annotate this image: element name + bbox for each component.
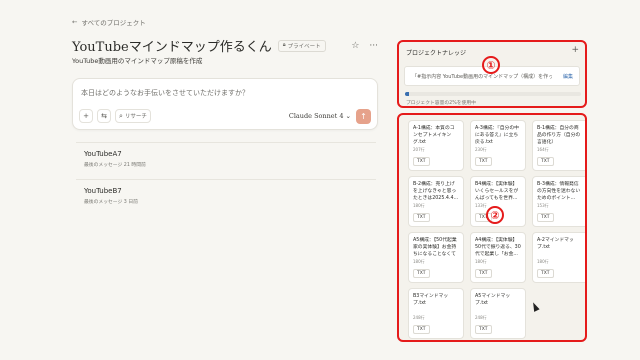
tools-button[interactable]: ⇆ (97, 109, 111, 123)
chevron-down-icon: ⌄ (345, 112, 351, 120)
file-line-count: 230行 (475, 147, 487, 152)
file-card[interactable]: A-3構成：『自分の中にある答え』に立ち戻る.txt 230行 TXT (470, 120, 526, 171)
file-name: A-2マインドマップ.txt (537, 238, 574, 250)
file-card[interactable]: A-2マインドマップ.txt 180行 TXT (532, 232, 585, 283)
plus-icon: + (83, 112, 89, 120)
privacy-label: プライベート (287, 43, 321, 50)
capacity-progress-fill (405, 92, 409, 96)
search-icon: ⌕ (119, 111, 123, 120)
knowledge-heading: プロジェクトナレッジ (406, 50, 467, 57)
file-name: A5マインドマップ.txt (475, 294, 511, 306)
file-card[interactable]: A4構成：【実体験】50代で振り返る、30代で起業し「お金... 180行 TXT (470, 232, 526, 283)
file-type-badge: TXT (537, 157, 554, 166)
file-type-badge: TXT (475, 325, 492, 334)
file-type-badge: TXT (475, 269, 492, 278)
file-grid: A-1構成：本質のコンセプトメイキング.txt 207行 TXT A-3構成：『自分の… (408, 120, 585, 339)
model-label: Claude Sonnet 4 (288, 112, 344, 120)
edit-instructions-link[interactable]: 編集 (563, 73, 573, 80)
message-composer[interactable]: 本日はどのようなお手伝いをさせていただけますか？ + ⇆ ⌕ リサーチ Clau… (72, 78, 378, 130)
file-card[interactable]: B-3構成：情報発信の方向性を迷わないためのポイント... 153行 TXT (532, 176, 585, 227)
send-button[interactable]: ↑ (356, 109, 371, 124)
chat-name: YouTubeA7 (84, 150, 122, 158)
file-line-count: 248行 (413, 315, 425, 320)
file-name: A5構成：【50代起業家の実体験】お金持ちになることなくても... (413, 238, 457, 257)
file-type-badge: TXT (537, 213, 554, 222)
file-type-badge: TXT (413, 325, 430, 334)
instructions-text: 「#指示内容 YouTube動画用のマインドマップ（構成）を作って... (412, 74, 552, 80)
more-options-icon[interactable]: ··· (369, 41, 378, 51)
add-attachment-button[interactable]: + (79, 109, 93, 123)
file-name: B-2構成：売り上げを上げなきゃと思ったときは2025.4.4... (413, 182, 459, 201)
project-title: YouTubeマインドマップ作るくん (72, 40, 272, 55)
file-name: B-3構成：情報発信の方向性を迷わないためのポイント... (537, 182, 581, 201)
file-type-badge: TXT (413, 213, 430, 222)
arrow-up-icon: ↑ (360, 112, 367, 121)
arrow-left-icon: ← (72, 18, 78, 26)
chat-name: YouTubeB7 (84, 187, 122, 195)
capacity-progress-bar (405, 92, 581, 96)
file-line-count: 180行 (537, 259, 549, 264)
project-files-panel: A-1構成：本質のコンセプトメイキング.txt 207行 TXT A-3構成：『自分の… (397, 113, 587, 342)
file-name: B4構成：【実体験】いくらセールスをがんばってもを世界... (475, 182, 519, 201)
file-type-badge: TXT (413, 157, 430, 166)
chat-item[interactable]: YouTubeB7 最後のメッセージ 3 日前 (76, 179, 376, 209)
privacy-badge: 🔒︎ プライベート (277, 39, 326, 52)
file-type-badge: TXT (537, 269, 554, 278)
file-line-count: 207行 (413, 147, 425, 152)
file-line-count: 180行 (475, 259, 487, 264)
back-label: すべてのプロジェクト (81, 19, 146, 27)
research-label: リサーチ (124, 114, 147, 120)
project-description: YouTube動画用のマインドマップ原稿を作成 (72, 57, 203, 65)
back-to-projects-link[interactable]: ← すべてのプロジェクト (72, 17, 146, 27)
annotation-marker-1: ① (482, 56, 500, 74)
file-card[interactable]: A5構成：【50代起業家の実体験】お金持ちになることなくても... 180行 TXT (408, 232, 464, 283)
file-type-badge: TXT (475, 157, 492, 166)
file-line-count: 153行 (537, 203, 549, 208)
chat-item[interactable]: YouTubeA7 最後のメッセージ 21 時間前 (76, 142, 376, 172)
file-name: B3マインドマップ.txt (413, 294, 449, 306)
file-line-count: 180行 (413, 259, 425, 264)
file-line-count: 164行 (537, 147, 549, 152)
file-line-count: 180行 (413, 203, 425, 208)
file-card[interactable]: A5マインドマップ.txt 248行 TXT (470, 288, 526, 339)
sliders-icon: ⇆ (101, 112, 107, 120)
chat-meta: 最後のメッセージ 3 日前 (84, 200, 138, 205)
project-header: YouTubeマインドマップ作るくん 🔒︎ プライベート ☆ ··· (72, 36, 378, 55)
project-knowledge-panel: プロジェクトナレッジ + 「#指示内容 YouTube動画用のマインドマップ（構… (397, 40, 587, 108)
file-name: A-3構成：『自分の中にある答え』に立ち戻る.txt (475, 126, 519, 145)
file-card[interactable]: B-1構成：自分の商品の作り方（自分の言語化）2025.4.2.txt 164行 T… (532, 120, 585, 171)
file-card[interactable]: B3マインドマップ.txt 248行 TXT (408, 288, 464, 339)
file-line-count: 248行 (475, 315, 487, 320)
research-button[interactable]: ⌕ リサーチ (115, 109, 151, 123)
annotation-marker-2: ② (486, 206, 504, 224)
file-name: B-1構成：自分の商品の作り方（自分の言語化）2025.4.2.txt (537, 126, 581, 145)
model-selector[interactable]: Claude Sonnet 4 ⌄ (289, 112, 351, 120)
file-name: A-1構成：本質のコンセプトメイキング.txt (413, 126, 455, 145)
file-type-badge: TXT (413, 269, 430, 278)
lock-icon: 🔒︎ (282, 42, 286, 48)
add-knowledge-icon[interactable]: + (571, 45, 579, 55)
file-name: A4構成：【実体験】50代で振り返る、30代で起業し「お金... (475, 238, 521, 257)
capacity-usage-text: プロジェクト容量の2%を使用中 (406, 101, 476, 106)
star-icon[interactable]: ☆ (351, 41, 359, 51)
chat-meta: 最後のメッセージ 21 時間前 (84, 163, 146, 168)
file-card[interactable]: B-2構成：売り上げを上げなきゃと思ったときは2025.4.4... 180行 TX… (408, 176, 464, 227)
file-card[interactable]: A-1構成：本質のコンセプトメイキング.txt 207行 TXT (408, 120, 464, 171)
composer-placeholder[interactable]: 本日はどのようなお手伝いをさせていただけますか？ (81, 88, 249, 98)
